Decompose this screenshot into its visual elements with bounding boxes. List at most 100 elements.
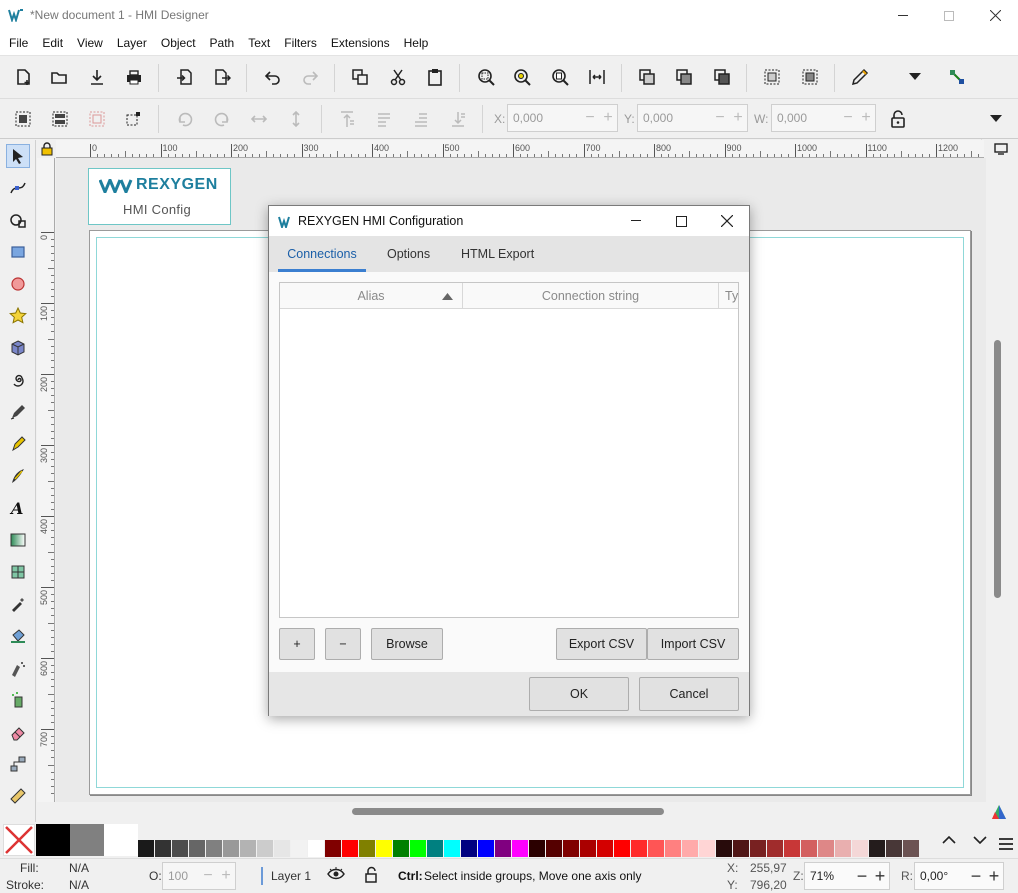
- more-commands-dropdown[interactable]: [903, 65, 927, 89]
- palette-swatch[interactable]: [784, 840, 800, 857]
- layer-visibility-toggle[interactable]: [327, 867, 345, 884]
- paste-button[interactable]: [423, 65, 447, 89]
- palette-swatch[interactable]: [631, 840, 647, 857]
- deselect-button[interactable]: [85, 107, 109, 131]
- palette-swatch[interactable]: [818, 840, 834, 857]
- gradient-tool[interactable]: [6, 528, 30, 552]
- zoom-stepper[interactable]: − +: [853, 866, 889, 887]
- flip-vertical-button[interactable]: [284, 107, 308, 131]
- palette-swatch[interactable]: [410, 840, 426, 857]
- palette-swatch[interactable]: [257, 840, 273, 857]
- rotate-stepper[interactable]: − +: [967, 866, 1003, 887]
- remove-connection-button[interactable]: −: [325, 628, 361, 660]
- redo-button[interactable]: [298, 65, 322, 89]
- group-button[interactable]: [760, 65, 784, 89]
- palette-scroll-down[interactable]: [968, 828, 992, 852]
- dialog-title-bar[interactable]: REXYGEN HMI Configuration: [269, 206, 749, 236]
- connector-tool[interactable]: [6, 752, 30, 776]
- menu-edit[interactable]: Edit: [35, 31, 70, 56]
- duplicate-button[interactable]: [635, 65, 659, 89]
- swatch-gray[interactable]: [70, 824, 104, 856]
- dialog-maximize-button[interactable]: [664, 206, 698, 236]
- mesh-tool[interactable]: [6, 560, 30, 584]
- ruler-corner-lock[interactable]: [37, 140, 56, 158]
- open-button[interactable]: [47, 65, 71, 89]
- palette-swatch[interactable]: [444, 840, 460, 857]
- raise-to-top-button[interactable]: [335, 107, 359, 131]
- palette-swatch[interactable]: [767, 840, 783, 857]
- palette-swatch[interactable]: [342, 840, 358, 857]
- hmi-config-logo[interactable]: REXYGEN HMI Config: [88, 168, 231, 225]
- save-button[interactable]: [85, 65, 109, 89]
- column-type[interactable]: Ty: [719, 283, 738, 309]
- close-button[interactable]: [972, 0, 1018, 31]
- palette-swatch[interactable]: [597, 840, 613, 857]
- no-paint-swatch[interactable]: [3, 824, 35, 856]
- dropper-tool[interactable]: [6, 592, 30, 616]
- palette-swatch[interactable]: [274, 840, 290, 857]
- display-toggle-button[interactable]: [984, 140, 1018, 158]
- swatch-white[interactable]: [104, 824, 138, 856]
- opacity-spinbox[interactable]: 100 − +: [162, 862, 236, 890]
- 3d-box-tool[interactable]: [6, 336, 30, 360]
- palette-swatch[interactable]: [903, 840, 919, 857]
- menu-help[interactable]: Help: [397, 31, 436, 56]
- opacity-stepper[interactable]: − +: [199, 867, 235, 885]
- palette-swatch[interactable]: [223, 840, 239, 857]
- palette-swatch[interactable]: [580, 840, 596, 857]
- swatch-black[interactable]: [36, 824, 70, 856]
- palette-swatch[interactable]: [393, 840, 409, 857]
- dialog-minimize-button[interactable]: [619, 206, 653, 236]
- zoom-page-button[interactable]: [548, 65, 572, 89]
- horizontal-scrollbar[interactable]: [352, 808, 664, 815]
- measure-tool[interactable]: [6, 784, 30, 808]
- palette-swatch[interactable]: [563, 840, 579, 857]
- color-managed-toggle[interactable]: [988, 802, 1010, 822]
- zoom-drawing-button[interactable]: [510, 65, 534, 89]
- palette-swatch[interactable]: [240, 840, 256, 857]
- menu-extensions[interactable]: Extensions: [324, 31, 397, 56]
- horizontal-ruler[interactable]: 0 100 200 300 400 500 600 700 800 900 1000 1100 1200: [56, 140, 984, 158]
- node-tool[interactable]: [6, 176, 30, 200]
- palette-swatch[interactable]: [665, 840, 681, 857]
- palette-swatch[interactable]: [835, 840, 851, 857]
- palette-swatch[interactable]: [614, 840, 630, 857]
- menu-text[interactable]: Text: [241, 31, 277, 56]
- palette-swatch[interactable]: [529, 840, 545, 857]
- copy-button[interactable]: [348, 65, 372, 89]
- palette-swatch[interactable]: [325, 840, 341, 857]
- cancel-button[interactable]: Cancel: [639, 677, 739, 711]
- new-document-button[interactable]: [11, 65, 35, 89]
- xml-editor-button[interactable]: [945, 65, 969, 89]
- palette-swatch[interactable]: [733, 840, 749, 857]
- pen-tool[interactable]: [6, 432, 30, 456]
- palette-menu-button[interactable]: [994, 832, 1018, 856]
- star-tool[interactable]: [6, 304, 30, 328]
- undo-button[interactable]: [261, 65, 285, 89]
- lock-proportions-button[interactable]: [886, 107, 910, 131]
- import-csv-button[interactable]: Import CSV: [647, 628, 739, 660]
- menu-layer[interactable]: Layer: [110, 31, 154, 56]
- text-tool[interactable]: A: [6, 496, 30, 520]
- zoom-tool[interactable]: [6, 240, 30, 264]
- palette-swatch[interactable]: [716, 840, 732, 857]
- tab-options[interactable]: Options: [387, 236, 430, 272]
- ellipse-tool[interactable]: [6, 272, 30, 296]
- export-csv-button[interactable]: Export CSV: [556, 628, 647, 660]
- menu-path[interactable]: Path: [203, 31, 242, 56]
- lower-button[interactable]: [409, 107, 433, 131]
- palette-swatch[interactable]: [189, 840, 205, 857]
- vertical-scroll-track[interactable]: [986, 158, 1018, 802]
- spray-tool[interactable]: [6, 688, 30, 712]
- spiral-tool[interactable]: [6, 368, 30, 392]
- select-all-button[interactable]: [11, 107, 35, 131]
- select-tool[interactable]: [6, 144, 30, 168]
- rotate-spinbox[interactable]: 0,00° − +: [914, 862, 1004, 890]
- add-connection-button[interactable]: +: [279, 628, 315, 660]
- tweak-tool[interactable]: [6, 208, 30, 232]
- lower-to-bottom-button[interactable]: [446, 107, 470, 131]
- palette-swatch[interactable]: [478, 840, 494, 857]
- more-controls-dropdown[interactable]: [984, 107, 1008, 131]
- menu-object[interactable]: Object: [154, 31, 203, 56]
- ok-button[interactable]: OK: [529, 677, 629, 711]
